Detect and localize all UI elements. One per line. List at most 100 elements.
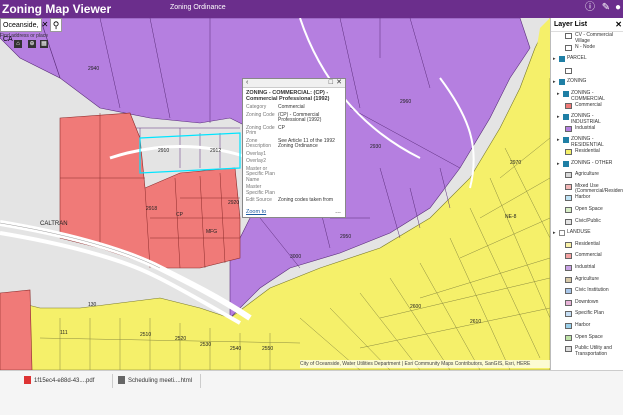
- layer-visibility-checkbox[interactable]: [559, 230, 565, 237]
- layer-item[interactable]: Harbor: [551, 194, 623, 204]
- expand-arrow-icon[interactable]: ▸: [553, 79, 556, 85]
- info-icon[interactable]: ⓘ: [584, 2, 596, 14]
- parcel-label: 111: [60, 330, 68, 336]
- clear-search-icon[interactable]: ✕: [40, 18, 50, 32]
- legend-swatch: [565, 288, 572, 295]
- parcel-label: 130: [88, 302, 97, 308]
- legend-label: Specific Plan: [575, 310, 604, 317]
- legend-label: Open Space: [575, 206, 603, 212]
- layer-visibility-checkbox[interactable]: [563, 160, 569, 167]
- downloads-bar: 1f15ec4-e88d-43....pdf Scheduling meeti.…: [0, 370, 623, 415]
- attribute-value: (CP) - Commercial Professional (1992): [278, 111, 322, 123]
- parcel-label: 2960: [400, 99, 411, 105]
- layer-item[interactable]: Agriculture: [551, 171, 623, 181]
- expand-arrow-icon[interactable]: ▸: [557, 161, 560, 167]
- popup-title: ZONING - COMMERCIAL: (CP) - Commercial P…: [246, 90, 330, 102]
- layer-item[interactable]: Open Space: [551, 334, 623, 344]
- layer-item[interactable]: ▸ LANDUSE: [551, 229, 623, 239]
- layer-item[interactable]: Harbor: [551, 322, 623, 332]
- popup-close-icon[interactable]: ✕: [336, 79, 342, 87]
- parcel-label: CP: [176, 212, 184, 218]
- layer-item[interactable]: ▸ ZONING - COMMERCIAL: [551, 90, 623, 101]
- layer-item[interactable]: Mixed Use (Commercial/Residential): [551, 183, 623, 194]
- layer-item[interactable]: Industrial: [551, 125, 623, 135]
- layer-list-panel[interactable]: Layer List ✕ CV - Commercial Village N - …: [550, 18, 623, 370]
- locate-icon[interactable]: ⊕: [28, 40, 36, 48]
- layer-item[interactable]: Open Space: [551, 206, 623, 216]
- legend-label: Civic Institution: [575, 287, 609, 294]
- layer-visibility-checkbox[interactable]: [563, 114, 569, 121]
- parcel-label: 2950: [340, 234, 351, 240]
- layer-visibility-checkbox[interactable]: [563, 137, 569, 144]
- layer-item[interactable]: Commercial: [551, 102, 623, 112]
- expand-arrow-icon[interactable]: ▸: [557, 137, 560, 143]
- search-hint: Find address or place: [0, 33, 49, 39]
- legend-swatch: [565, 33, 572, 39]
- close-panel-icon[interactable]: ✕: [615, 18, 622, 31]
- legend-label: Residential: [575, 240, 600, 247]
- feature-popup[interactable]: ‹ □ ✕ ZONING - COMMERCIAL: (CP) - Commer…: [242, 78, 346, 218]
- search-icon[interactable]: ⚲: [50, 18, 62, 32]
- layer-item[interactable]: ▸ ZONING: [551, 78, 623, 88]
- legend-label: Harbor: [575, 194, 591, 201]
- popup-attribute-table: Category Commercial Zoning Code (CP) - Com…: [246, 104, 342, 206]
- layer-item[interactable]: Industrial: [551, 264, 623, 274]
- attribute-row: Zoning Code (CP) - Commercial Professiona…: [246, 111, 342, 126]
- parcel-label: 2600: [410, 304, 421, 310]
- layer-visibility-checkbox[interactable]: [559, 79, 565, 86]
- layer-item[interactable]: [551, 67, 623, 77]
- popup-back-icon[interactable]: ‹: [246, 79, 248, 87]
- share-icon[interactable]: ●: [613, 2, 623, 14]
- road-label: CALTRAN: [40, 221, 68, 227]
- legend-swatch: [565, 149, 572, 155]
- layer-item[interactable]: Civic/Public: [551, 218, 623, 228]
- home-icon[interactable]: ⌂: [14, 40, 22, 48]
- layer-item[interactable]: Residential: [551, 148, 623, 158]
- legend-label: Civic/Public: [575, 217, 601, 224]
- legend-label: N - Node: [575, 43, 596, 50]
- layer-item[interactable]: ▸ ZONING - RESIDENTIAL: [551, 136, 623, 148]
- layer-item[interactable]: N - Node: [551, 44, 623, 54]
- more-actions-button[interactable]: ...: [335, 208, 341, 215]
- expand-arrow-icon[interactable]: ▸: [557, 114, 560, 120]
- layer-item[interactable]: ▸ ZONING - INDUSTRIAL: [551, 113, 623, 124]
- layer-item[interactable]: ▸ PARCEL: [551, 55, 623, 65]
- legend-label: Downtown: [575, 298, 599, 305]
- legend-swatch: [565, 265, 572, 271]
- layer-visibility-checkbox[interactable]: [559, 56, 565, 63]
- legend-swatch: [565, 183, 572, 190]
- expand-arrow-icon[interactable]: ▸: [553, 230, 556, 236]
- layer-visibility-checkbox[interactable]: [563, 91, 569, 97]
- download-item[interactable]: 1f15ec4-e88d-43....pdf: [24, 374, 94, 388]
- divider: [200, 374, 201, 388]
- legend-swatch: [565, 207, 572, 213]
- attribute-value: Zoning codes taken from: [278, 197, 334, 203]
- layer-item[interactable]: Agriculture: [551, 276, 623, 286]
- layer-item[interactable]: CV - Commercial Village: [551, 32, 623, 43]
- basemap-icon[interactable]: ▦: [40, 40, 48, 48]
- layer-item[interactable]: Public Utility and Transportation: [551, 345, 623, 356]
- download-item[interactable]: Scheduling meeti....html: [118, 374, 192, 388]
- legend-swatch: [565, 172, 572, 179]
- layer-item[interactable]: Commercial: [551, 252, 623, 262]
- attribute-row: Edit Source Zoning codes taken from: [246, 197, 342, 206]
- download-filename: Scheduling meeti....html: [128, 378, 193, 384]
- layer-item[interactable]: Civic Institution: [551, 287, 623, 297]
- layer-item[interactable]: Downtown: [551, 299, 623, 309]
- layer-item[interactable]: ▸ ZONING - OTHER: [551, 160, 623, 170]
- attribute-value: [278, 159, 342, 167]
- expand-arrow-icon[interactable]: ▸: [557, 91, 560, 97]
- parcel-label: 2918: [146, 206, 157, 212]
- zoom-to-link[interactable]: Zoom to: [246, 209, 266, 215]
- legend-swatch: [565, 276, 572, 283]
- layer-item[interactable]: Specific Plan: [551, 310, 623, 320]
- attribute-value: See Article 11 of the 1992 Zoning Ordina…: [278, 137, 335, 149]
- edit-pencil-icon[interactable]: ✎: [600, 2, 612, 14]
- header-subtitle[interactable]: Zoning Ordinance: [170, 4, 226, 11]
- search-input[interactable]: Oceanside, CA: [0, 18, 42, 43]
- expand-arrow-icon[interactable]: ▸: [553, 56, 556, 62]
- parcel-label: 2920: [228, 200, 239, 206]
- parcel-label: 2940: [88, 66, 99, 72]
- layer-item[interactable]: Residential: [551, 241, 623, 251]
- popup-dock-icon[interactable]: □: [329, 79, 333, 87]
